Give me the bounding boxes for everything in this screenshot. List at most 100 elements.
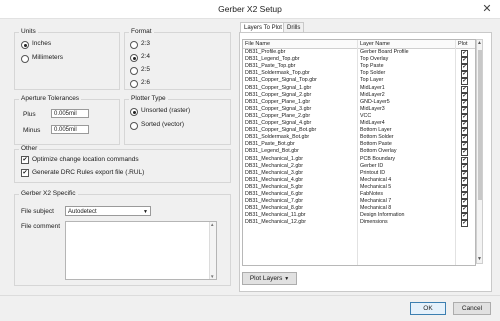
layer-name-cell: Mechanical 8: [360, 205, 392, 212]
table-row[interactable]: DB31_Copper_Signal_2.gbr MidLayer2 ✔: [243, 91, 475, 100]
plotter-unsorted-label: Unsorted (raster): [141, 107, 191, 114]
layer-name-cell: Design Information: [360, 212, 405, 219]
aperture-plus-label: Plus: [23, 111, 36, 118]
table-row[interactable]: DB31_Copper_Signal_4.gbr MidLayer4 ✔: [243, 120, 475, 128]
file-name-cell: DB31_Mechanical_6.gbr: [245, 191, 304, 197]
plotter-unsorted-radio[interactable]: [130, 108, 138, 116]
aperture-minus-input[interactable]: 0.005mil: [51, 125, 89, 134]
file-name-cell: DB31_Mechanical_11.gbr: [245, 212, 306, 219]
table-row[interactable]: DB31_Mechanical_5.gbr Mechanical 5 ✔: [243, 184, 475, 192]
close-icon[interactable]: ✕: [480, 2, 494, 16]
scroll-up-icon[interactable]: ▲: [210, 222, 214, 227]
table-row[interactable]: DB31_Soldermask_Bot.gbr Bottom Solder ✔: [243, 134, 475, 143]
layer-name-cell: Top Layer: [360, 77, 384, 84]
cancel-button[interactable]: Cancel: [453, 302, 491, 315]
table-row[interactable]: DB31_Paste_Bot.gbr Bottom Paste ✔: [243, 141, 475, 150]
table-row[interactable]: DB31_Mechanical_6.gbr FabNotes ✔: [243, 191, 475, 199]
window-title: Gerber X2 Setup: [218, 4, 282, 14]
aperture-plus-input[interactable]: 0.005mil: [51, 109, 89, 118]
table-row[interactable]: DB31_Mechanical_4.gbr Mechanical 4 ✔: [243, 177, 475, 185]
table-row[interactable]: DB31_Legend_Bot.gbr Bottom Overlay ✔: [243, 148, 475, 157]
file-name-cell: DB31_Mechanical_1.gbr: [245, 155, 304, 162]
table-row[interactable]: DB31_Copper_Plane_1.gbr GND-Layer5 ✔: [243, 98, 475, 107]
file-name-cell: DB31_Copper_Signal_4.gbr: [245, 120, 312, 126]
layer-name-cell: Printout ID: [360, 169, 386, 176]
grid-header: File Name Layer Name Plot: [243, 40, 475, 49]
table-row[interactable]: DB31_Copper_Signal_3.gbr MidLayer3 ✔: [243, 106, 475, 114]
table-row[interactable]: DB31_Copper_Plane_2.gbr VCC ✔: [243, 113, 475, 121]
layer-name-cell: PCB Boundary: [360, 155, 396, 162]
chevron-down-icon: ▼: [143, 209, 148, 215]
header-plot[interactable]: Plot: [456, 40, 467, 48]
layer-name-cell: Bottom Solder: [360, 134, 394, 141]
layer-name-cell: Bottom Paste: [360, 141, 392, 148]
file-name-cell: DB31_Copper_Plane_1.gbr: [245, 98, 311, 105]
plotter-sorted-radio[interactable]: [130, 122, 138, 130]
table-row[interactable]: DB31_Copper_Signal_Bot.gbr Bottom Layer ✔: [243, 127, 475, 136]
file-comment-label: File comment: [21, 223, 61, 230]
layers-grid[interactable]: File Name Layer Name Plot DB31_Profile.g…: [242, 39, 476, 266]
header-file-name[interactable]: File Name: [243, 40, 270, 48]
file-name-cell: DB31_Legend_Bot.gbr: [245, 148, 299, 155]
format-2-3-radio[interactable]: [130, 41, 138, 49]
plot-checkbox[interactable]: ✔: [461, 220, 468, 228]
layer-name-cell: Mechanical 7: [360, 198, 392, 205]
footer-divider: [0, 295, 500, 296]
table-row[interactable]: DB31_Mechanical_3.gbr Printout ID ✔: [243, 169, 475, 178]
layer-name-cell: MidLayer4: [360, 120, 385, 126]
plot-layers-button[interactable]: Plot Layers ▼: [242, 272, 297, 285]
generate-drc-rules-label: Generate DRC Rules export file (.RUL): [32, 169, 145, 176]
tab-drills[interactable]: Drills: [283, 22, 305, 32]
x2-group-title: Gerber X2 Specific: [19, 190, 78, 197]
file-name-cell: DB31_Copper_Signal_2.gbr: [245, 91, 312, 98]
plotter-sorted-label: Sorted (vector): [141, 121, 184, 128]
table-row[interactable]: DB31_Copper_Signal_Top.gbr Top Layer ✔: [243, 77, 475, 86]
table-row[interactable]: DB31_Mechanical_1.gbr PCB Boundary ✔: [243, 155, 475, 164]
title-bar: Gerber X2 Setup ✕: [0, 0, 500, 19]
format-2-3-label: 2:3: [141, 40, 151, 47]
layer-name-cell: Dimensions: [360, 219, 388, 226]
file-name-cell: DB31_Soldermask_Bot.gbr: [245, 134, 310, 141]
plotter-group-title: Plotter Type: [129, 95, 168, 102]
x2-specific-group: Gerber X2 Specific File subject Autodete…: [14, 190, 231, 286]
scroll-up-icon[interactable]: ▲: [477, 40, 482, 47]
file-subject-select[interactable]: Autodetect ▼: [65, 206, 151, 216]
format-2-6-radio[interactable]: [130, 80, 138, 88]
optimize-change-location-label: Optimize change location commands: [32, 156, 139, 163]
file-name-cell: DB31_Soldermask_Top.gbr: [245, 70, 310, 77]
comment-scrollbar[interactable]: ▲ ▼: [209, 222, 216, 279]
table-row[interactable]: DB31_Profile.gbr Gerber Board Profile ✔: [243, 49, 475, 57]
format-2-5-radio[interactable]: [130, 67, 138, 75]
file-name-cell: DB31_Paste_Bot.gbr: [245, 141, 295, 148]
generate-drc-rules-checkbox[interactable]: ✔: [21, 169, 29, 177]
table-row[interactable]: DB31_Mechanical_11.gbr Design Information…: [243, 212, 475, 221]
units-group: Units Inches Millimeters: [14, 28, 120, 90]
format-2-4-radio[interactable]: [130, 54, 138, 62]
table-row[interactable]: DB31_Soldermask_Top.gbr Top Solder ✔: [243, 70, 475, 79]
layer-name-cell: GND-Layer5: [360, 98, 390, 105]
table-row[interactable]: DB31_Copper_Signal_1.gbr MidLayer1 ✔: [243, 85, 475, 93]
table-row[interactable]: DB31_Mechanical_12.gbr Dimensions ✔: [243, 219, 475, 228]
header-layer-name[interactable]: Layer Name: [358, 40, 390, 48]
table-row[interactable]: DB31_Mechanical_7.gbr Mechanical 7 ✔: [243, 198, 475, 207]
plotter-group: Plotter Type Unsorted (raster) Sorted (v…: [124, 95, 231, 145]
optimize-change-location-checkbox[interactable]: ✔: [21, 156, 29, 164]
file-name-cell: DB31_Paste_Top.gbr: [245, 63, 296, 70]
ok-button[interactable]: OK: [410, 302, 446, 315]
scroll-down-icon[interactable]: ▼: [477, 256, 482, 263]
layer-name-cell: Bottom Layer: [360, 127, 392, 134]
scroll-down-icon[interactable]: ▼: [210, 274, 214, 279]
format-2-5-label: 2:5: [141, 66, 151, 73]
file-name-cell: DB31_Mechanical_7.gbr: [245, 198, 304, 205]
file-comment-textarea[interactable]: ▲ ▼: [65, 221, 217, 280]
table-row[interactable]: DB31_Mechanical_2.gbr Gerber ID ✔: [243, 163, 475, 171]
table-row[interactable]: DB31_Legend_Top.gbr Top Overlay ✔: [243, 56, 475, 65]
layer-name-cell: Top Paste: [360, 63, 384, 70]
table-row[interactable]: DB31_Mechanical_8.gbr Mechanical 8 ✔: [243, 205, 475, 214]
grid-scrollbar[interactable]: ▲ ▼: [476, 39, 483, 264]
file-subject-label: File subject: [21, 208, 54, 215]
units-inches-radio[interactable]: [21, 41, 29, 49]
units-millimeters-radio[interactable]: [21, 55, 29, 63]
table-row[interactable]: DB31_Paste_Top.gbr Top Paste ✔: [243, 63, 475, 72]
scrollbar-thumb[interactable]: [478, 50, 482, 200]
